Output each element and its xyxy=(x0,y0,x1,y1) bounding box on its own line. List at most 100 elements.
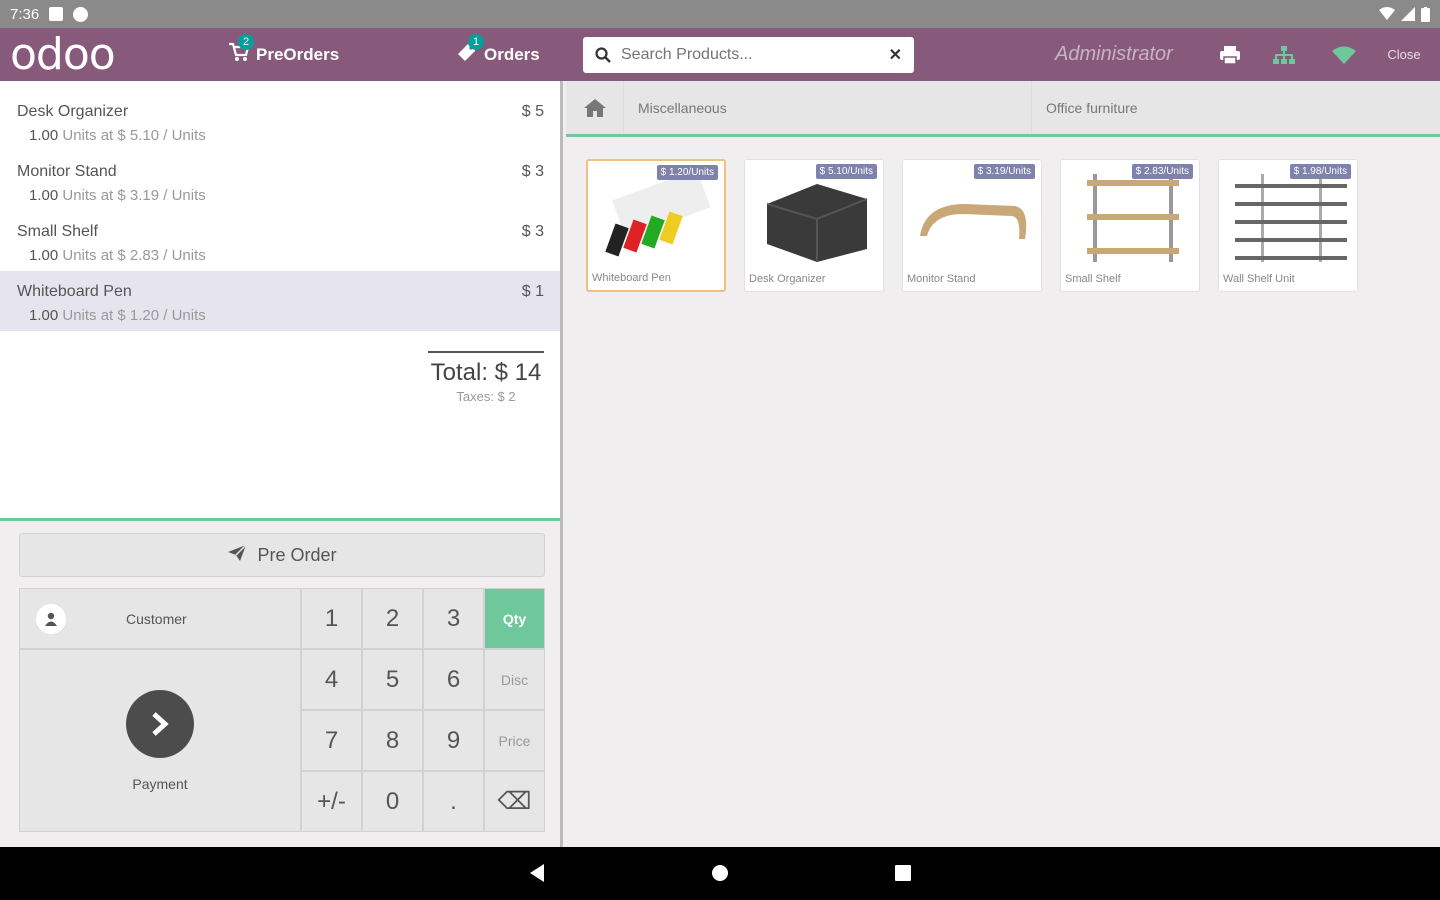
order-line-info: 1.00 Units at $ 3.19 / Units xyxy=(17,187,543,204)
clear-search-icon[interactable]: ✕ xyxy=(889,45,902,65)
orders-badge: 1 xyxy=(468,33,484,50)
product-card[interactable]: $ 1.20/Units Whiteboard Pen xyxy=(586,159,726,292)
numpad-key-4[interactable]: 4 xyxy=(301,649,362,710)
order-summary: Total: $ 14 Taxes: $ 2 xyxy=(428,351,544,404)
search-icon xyxy=(595,47,611,63)
wifi-icon xyxy=(1379,7,1395,20)
order-line-info: 1.00 Units at $ 1.20 / Units xyxy=(17,307,543,324)
send-icon xyxy=(227,543,248,567)
mode-qty-button[interactable]: Qty xyxy=(484,588,545,649)
sync-icon xyxy=(73,6,89,22)
numpad-key-1[interactable]: 1 xyxy=(301,588,362,649)
category-office-furniture[interactable]: Office furniture xyxy=(1032,81,1138,134)
signal-icon xyxy=(1401,7,1415,21)
numpad-key-dot[interactable]: . xyxy=(423,771,484,832)
order-total: Total: $ 14 xyxy=(430,359,542,386)
order-line-unit-info: Units at $ 2.83 / Units xyxy=(62,247,206,264)
wifi-connection-icon[interactable] xyxy=(1326,28,1362,81)
order-line-price: $ 3 xyxy=(521,163,544,180)
small-shelf-image xyxy=(1087,174,1179,262)
back-icon[interactable] xyxy=(528,863,546,883)
category-breadcrumb: Miscellaneous Office furniture xyxy=(566,81,1440,137)
order-taxes: Taxes: $ 2 xyxy=(456,389,516,404)
whiteboard-pen-image xyxy=(605,175,711,257)
order-line-price: $ 1 xyxy=(521,283,544,300)
numpad-key-8[interactable]: 8 xyxy=(362,710,423,771)
status-time: 7:36 xyxy=(10,5,40,23)
order-line-selected[interactable]: Whiteboard Pen $ 1 1.00 Units at $ 1.20 … xyxy=(0,271,560,331)
control-panel: Pre Order Customer Payment 1 2 3 Qty 4 5… xyxy=(0,518,560,847)
numpad-key-9[interactable]: 9 xyxy=(423,710,484,771)
android-status-bar: 7:36 xyxy=(0,0,1440,28)
numpad-key-5[interactable]: 5 xyxy=(362,649,423,710)
close-button[interactable]: Close xyxy=(1380,28,1428,81)
numpad-key-2[interactable]: 2 xyxy=(362,588,423,649)
order-line-info: 1.00 Units at $ 2.83 / Units xyxy=(17,247,543,264)
customer-label: Customer xyxy=(126,610,187,627)
product-name: Desk Organizer xyxy=(749,273,826,285)
numpad-key-3[interactable]: 3 xyxy=(423,588,484,649)
product-name: Small Shelf xyxy=(1065,273,1121,285)
product-price-tag: $ 2.83/Units xyxy=(1131,164,1193,179)
network-status-icon[interactable] xyxy=(1266,28,1302,81)
mode-disc-button[interactable]: Disc xyxy=(484,649,545,710)
product-card[interactable]: $ 5.10/Units Desk Organizer xyxy=(744,159,884,292)
order-line-qty: 1.00 xyxy=(29,127,59,144)
mode-price-button[interactable]: Price xyxy=(484,710,545,771)
preorders-label: PreOrders xyxy=(256,44,340,64)
orders-tab[interactable]: 1 Orders xyxy=(456,28,540,81)
order-line-name: Whiteboard Pen xyxy=(17,283,132,300)
search-input[interactable] xyxy=(621,46,889,64)
chevron-right-icon xyxy=(126,689,194,758)
product-card[interactable]: $ 3.19/Units Monitor Stand xyxy=(902,159,1042,292)
order-line-unit-info: Units at $ 5.10 / Units xyxy=(62,127,206,144)
pos-header: odoo 2 PreOrders 1 Orders ✕ Administrato… xyxy=(0,28,1440,81)
backspace-button[interactable]: ⌫ xyxy=(484,771,545,832)
order-line-price: $ 3 xyxy=(521,223,544,240)
order-line-name: Monitor Stand xyxy=(17,163,117,180)
home-circle-icon[interactable] xyxy=(711,863,729,883)
product-price-tag: $ 5.10/Units xyxy=(815,164,877,179)
product-name: Monitor Stand xyxy=(907,273,976,285)
payment-label: Payment xyxy=(132,775,188,792)
wall-shelf-unit-image xyxy=(1235,174,1347,262)
printer-icon[interactable] xyxy=(1212,28,1248,81)
product-name: Wall Shelf Unit xyxy=(1223,273,1295,285)
numpad-key-6[interactable]: 6 xyxy=(423,649,484,710)
product-price-tag: $ 1.20/Units xyxy=(656,165,718,180)
order-line[interactable]: Desk Organizer $ 5 1.00 Units at $ 5.10 … xyxy=(0,91,560,151)
pre-order-button[interactable]: Pre Order xyxy=(19,533,545,577)
preorders-tab[interactable]: 2 PreOrders xyxy=(228,28,339,81)
android-navigation-bar xyxy=(0,847,1440,900)
order-line-info: 1.00 Units at $ 5.10 / Units xyxy=(17,127,543,144)
action-pad: Customer Payment 1 2 3 Qty 4 5 6 Disc 7 … xyxy=(19,588,545,832)
recents-icon[interactable] xyxy=(894,863,912,883)
category-miscellaneous[interactable]: Miscellaneous xyxy=(624,81,1032,134)
product-search-box: ✕ xyxy=(583,37,914,73)
order-lines: Desk Organizer $ 5 1.00 Units at $ 5.10 … xyxy=(0,81,560,331)
numpad-key-0[interactable]: 0 xyxy=(362,771,423,832)
product-price-tag: $ 3.19/Units xyxy=(973,164,1035,179)
order-line[interactable]: Monitor Stand $ 3 1.00 Units at $ 3.19 /… xyxy=(0,151,560,211)
product-price-tag: $ 1.98/Units xyxy=(1289,164,1351,179)
numpad-key-7[interactable]: 7 xyxy=(301,710,362,771)
order-line-unit-info: Units at $ 1.20 / Units xyxy=(62,307,206,324)
orders-label: Orders xyxy=(484,44,540,64)
customer-button[interactable]: Customer xyxy=(19,588,301,649)
numpad: 1 2 3 Qty 4 5 6 Disc 7 8 9 Price +/- 0 .… xyxy=(301,588,545,832)
order-line-unit-info: Units at $ 3.19 / Units xyxy=(62,187,206,204)
payment-button[interactable]: Payment xyxy=(19,649,301,832)
product-card[interactable]: $ 1.98/Units Wall Shelf Unit xyxy=(1218,159,1358,292)
monitor-stand-image xyxy=(920,204,1027,239)
user-name[interactable]: Administrator xyxy=(1055,28,1173,81)
order-line[interactable]: Small Shelf $ 3 1.00 Units at $ 2.83 / U… xyxy=(0,211,560,271)
numpad-key-sign[interactable]: +/- xyxy=(301,771,362,832)
desk-organizer-image xyxy=(766,184,868,262)
battery-icon xyxy=(1421,6,1430,22)
cart-icon: 2 xyxy=(228,33,254,68)
product-card[interactable]: $ 2.83/Units Small Shelf xyxy=(1060,159,1200,292)
product-list: $ 1.20/Units Whiteboard Pen $ 5.10/Units… xyxy=(586,159,1358,292)
preorders-badge: 2 xyxy=(238,33,254,50)
home-icon[interactable] xyxy=(566,81,624,134)
user-icon xyxy=(36,603,66,634)
